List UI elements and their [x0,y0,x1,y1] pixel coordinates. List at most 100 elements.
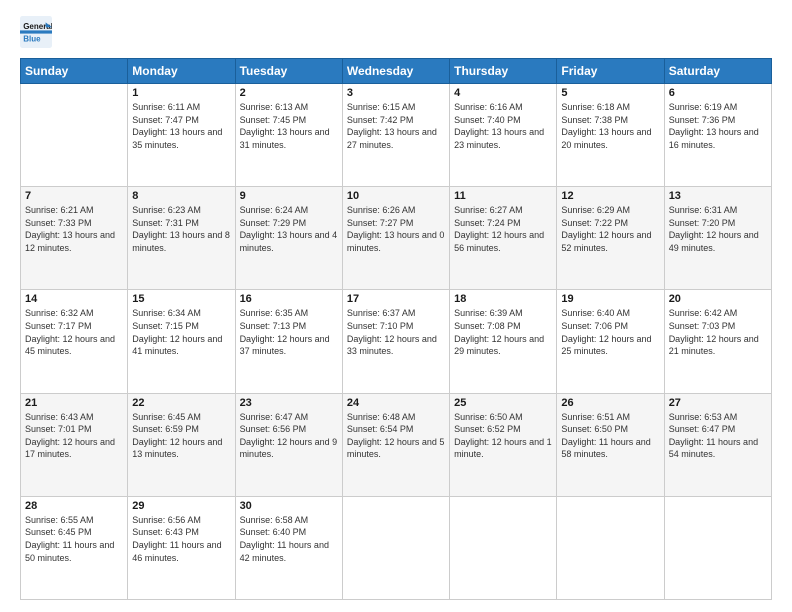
logo-icon: GeneralBlue [20,16,52,48]
day-info: Sunrise: 6:58 AMSunset: 6:40 PMDaylight:… [240,514,338,564]
day-info: Sunrise: 6:29 AMSunset: 7:22 PMDaylight:… [561,204,659,254]
day-number: 5 [561,87,659,99]
day-number: 7 [25,190,123,202]
day-number: 26 [561,397,659,409]
day-number: 21 [25,397,123,409]
day-cell: 11 Sunrise: 6:27 AMSunset: 7:24 PMDayligh… [450,187,557,290]
day-cell: 16 Sunrise: 6:35 AMSunset: 7:13 PMDayligh… [235,290,342,393]
day-cell: 15 Sunrise: 6:34 AMSunset: 7:15 PMDayligh… [128,290,235,393]
day-info: Sunrise: 6:51 AMSunset: 6:50 PMDaylight:… [561,411,659,461]
day-info: Sunrise: 6:31 AMSunset: 7:20 PMDaylight:… [669,204,767,254]
day-number: 2 [240,87,338,99]
weekday-header-tuesday: Tuesday [235,59,342,84]
day-number: 28 [25,500,123,512]
day-number: 1 [132,87,230,99]
day-cell [21,84,128,187]
day-number: 11 [454,190,552,202]
day-info: Sunrise: 6:21 AMSunset: 7:33 PMDaylight:… [25,204,123,254]
day-number: 15 [132,293,230,305]
week-row-2: 7 Sunrise: 6:21 AMSunset: 7:33 PMDaylight… [21,187,772,290]
day-number: 3 [347,87,445,99]
day-number: 17 [347,293,445,305]
weekday-header-wednesday: Wednesday [342,59,449,84]
day-info: Sunrise: 6:16 AMSunset: 7:40 PMDaylight:… [454,101,552,151]
day-cell: 18 Sunrise: 6:39 AMSunset: 7:08 PMDayligh… [450,290,557,393]
day-number: 30 [240,500,338,512]
day-info: Sunrise: 6:34 AMSunset: 7:15 PMDaylight:… [132,307,230,357]
day-number: 27 [669,397,767,409]
day-cell: 25Sunrise: 6:50 AMSunset: 6:52 PMDayligh… [450,393,557,496]
day-number: 16 [240,293,338,305]
calendar-table: SundayMondayTuesdayWednesdayThursdayFrid… [20,58,772,600]
day-number: 6 [669,87,767,99]
day-number: 12 [561,190,659,202]
day-cell: 5 Sunrise: 6:18 AMSunset: 7:38 PMDaylight… [557,84,664,187]
day-cell [342,496,449,599]
day-info: Sunrise: 6:45 AMSunset: 6:59 PMDaylight:… [132,411,230,461]
day-cell [664,496,771,599]
day-cell: 24 Sunrise: 6:48 AMSunset: 6:54 PMDayligh… [342,393,449,496]
day-cell: 17 Sunrise: 6:37 AMSunset: 7:10 PMDayligh… [342,290,449,393]
day-info: Sunrise: 6:47 AMSunset: 6:56 PMDaylight:… [240,411,338,461]
day-number: 10 [347,190,445,202]
weekday-header-thursday: Thursday [450,59,557,84]
weekday-header-saturday: Saturday [664,59,771,84]
day-cell: 10 Sunrise: 6:26 AMSunset: 7:27 PMDayligh… [342,187,449,290]
day-number: 25 [454,397,552,409]
page: GeneralBlue SundayMondayTuesdayWednesday… [0,0,792,612]
day-cell: 1 Sunrise: 6:11 AMSunset: 7:47 PMDaylight… [128,84,235,187]
day-cell: 12 Sunrise: 6:29 AMSunset: 7:22 PMDayligh… [557,187,664,290]
day-info: Sunrise: 6:39 AMSunset: 7:08 PMDaylight:… [454,307,552,357]
day-info: Sunrise: 6:32 AMSunset: 7:17 PMDaylight:… [25,307,123,357]
day-info: Sunrise: 6:23 AMSunset: 7:31 PMDaylight:… [132,204,230,254]
week-row-1: 1 Sunrise: 6:11 AMSunset: 7:47 PMDaylight… [21,84,772,187]
day-number: 19 [561,293,659,305]
day-info: Sunrise: 6:27 AMSunset: 7:24 PMDaylight:… [454,204,552,254]
day-info: Sunrise: 6:19 AMSunset: 7:36 PMDaylight:… [669,101,767,151]
day-cell: 30 Sunrise: 6:58 AMSunset: 6:40 PMDayligh… [235,496,342,599]
day-info: Sunrise: 6:35 AMSunset: 7:13 PMDaylight:… [240,307,338,357]
day-cell: 22 Sunrise: 6:45 AMSunset: 6:59 PMDayligh… [128,393,235,496]
weekday-header-monday: Monday [128,59,235,84]
day-cell: 23 Sunrise: 6:47 AMSunset: 6:56 PMDayligh… [235,393,342,496]
day-info: Sunrise: 6:48 AMSunset: 6:54 PMDaylight:… [347,411,445,461]
weekday-header-friday: Friday [557,59,664,84]
day-info: Sunrise: 6:37 AMSunset: 7:10 PMDaylight:… [347,307,445,357]
day-number: 22 [132,397,230,409]
day-number: 20 [669,293,767,305]
day-cell: 27 Sunrise: 6:53 AMSunset: 6:47 PMDayligh… [664,393,771,496]
weekday-header-sunday: Sunday [21,59,128,84]
day-info: Sunrise: 6:11 AMSunset: 7:47 PMDaylight:… [132,101,230,151]
day-info: Sunrise: 6:18 AMSunset: 7:38 PMDaylight:… [561,101,659,151]
logo: GeneralBlue [20,16,56,48]
day-number: 29 [132,500,230,512]
day-cell: 13Sunrise: 6:31 AMSunset: 7:20 PMDayligh… [664,187,771,290]
day-number: 24 [347,397,445,409]
day-number: 18 [454,293,552,305]
day-cell: 8Sunrise: 6:23 AMSunset: 7:31 PMDaylight… [128,187,235,290]
day-info: Sunrise: 6:24 AMSunset: 7:29 PMDaylight:… [240,204,338,254]
day-number: 23 [240,397,338,409]
day-number: 4 [454,87,552,99]
day-cell: 2Sunrise: 6:13 AMSunset: 7:45 PMDaylight… [235,84,342,187]
day-cell: 28 Sunrise: 6:55 AMSunset: 6:45 PMDayligh… [21,496,128,599]
day-cell: 19Sunrise: 6:40 AMSunset: 7:06 PMDayligh… [557,290,664,393]
day-info: Sunrise: 6:42 AMSunset: 7:03 PMDaylight:… [669,307,767,357]
day-cell: 29Sunrise: 6:56 AMSunset: 6:43 PMDayligh… [128,496,235,599]
day-cell: 9Sunrise: 6:24 AMSunset: 7:29 PMDaylight… [235,187,342,290]
day-info: Sunrise: 6:55 AMSunset: 6:45 PMDaylight:… [25,514,123,564]
day-info: Sunrise: 6:53 AMSunset: 6:47 PMDaylight:… [669,411,767,461]
day-cell: 3 Sunrise: 6:15 AMSunset: 7:42 PMDaylight… [342,84,449,187]
weekday-header-row: SundayMondayTuesdayWednesdayThursdayFrid… [21,59,772,84]
day-cell: 20 Sunrise: 6:42 AMSunset: 7:03 PMDayligh… [664,290,771,393]
day-info: Sunrise: 6:26 AMSunset: 7:27 PMDaylight:… [347,204,445,254]
week-row-3: 14Sunrise: 6:32 AMSunset: 7:17 PMDayligh… [21,290,772,393]
day-cell: 26 Sunrise: 6:51 AMSunset: 6:50 PMDayligh… [557,393,664,496]
svg-text:Blue: Blue [23,35,41,44]
day-cell: 6 Sunrise: 6:19 AMSunset: 7:36 PMDaylight… [664,84,771,187]
day-info: Sunrise: 6:43 AMSunset: 7:01 PMDaylight:… [25,411,123,461]
week-row-5: 28 Sunrise: 6:55 AMSunset: 6:45 PMDayligh… [21,496,772,599]
day-cell [557,496,664,599]
week-row-4: 21 Sunrise: 6:43 AMSunset: 7:01 PMDayligh… [21,393,772,496]
day-info: Sunrise: 6:15 AMSunset: 7:42 PMDaylight:… [347,101,445,151]
